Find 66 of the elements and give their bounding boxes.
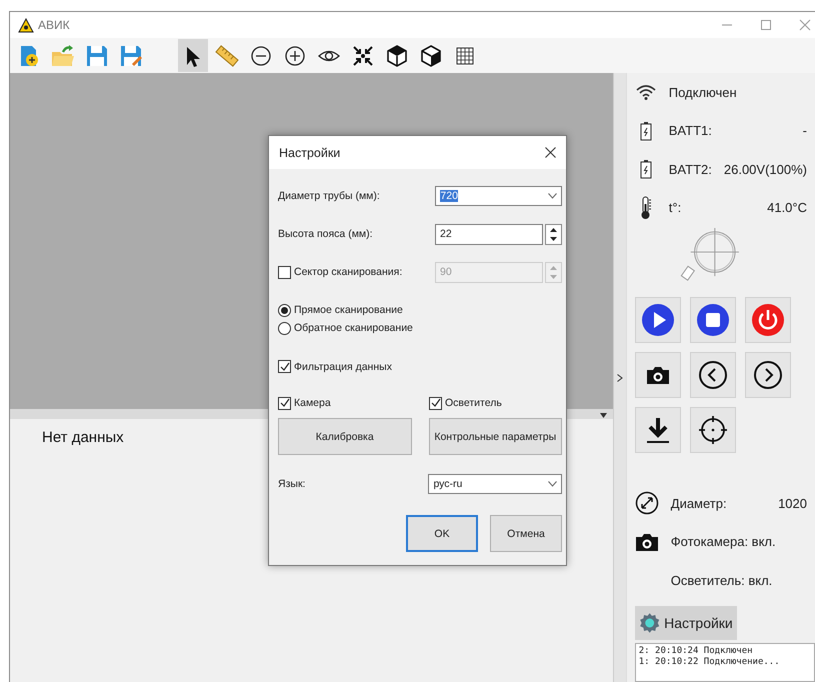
diameter-icon <box>634 491 659 516</box>
log-entry: 2: 20:10:24 Подключен <box>638 646 754 657</box>
checkbox-label: Осветитель <box>445 397 502 409</box>
gear-icon <box>638 610 660 635</box>
warning-logo-icon <box>18 18 34 32</box>
battery-label: BATT2: <box>668 162 712 177</box>
target-button[interactable] <box>690 407 736 454</box>
settings-button[interactable]: Настройки <box>634 606 737 640</box>
camera-icon <box>634 532 659 552</box>
download-icon <box>644 416 671 444</box>
calibration-button[interactable]: Калибровка <box>278 418 412 455</box>
wifi-icon <box>636 84 656 100</box>
ok-button[interactable]: OK <box>406 515 478 552</box>
checkbox-label: Камера <box>294 397 331 409</box>
next-button[interactable] <box>744 352 791 398</box>
expand-chevron-icon[interactable] <box>617 374 624 382</box>
checkbox-label: Сектор сканирования: <box>294 266 402 278</box>
radio-label: Обратное сканирование <box>294 322 413 334</box>
thermometer-icon <box>640 196 652 220</box>
checkbox[interactable] <box>429 396 442 410</box>
field-label: Язык: <box>278 478 306 490</box>
height-input[interactable]: 22 <box>435 224 543 244</box>
checkbox-label: Фильтрация данных <box>294 360 392 372</box>
connection-status: Подключен <box>668 84 737 100</box>
battery-icon <box>640 120 652 141</box>
battery-label: BATT1: <box>668 123 712 138</box>
dialog-title: Настройки <box>279 146 340 160</box>
previous-button[interactable] <box>690 352 736 398</box>
diameter-value: 1020 <box>778 496 808 511</box>
language-combobox[interactable]: рус-ru <box>428 474 562 494</box>
diameter-label: Диаметр: <box>670 496 727 511</box>
camera-status: Фотокамера: вкл. <box>670 534 776 550</box>
pointer-icon[interactable] <box>178 39 208 72</box>
control-parameters-button[interactable]: Контрольные параметры <box>428 418 562 455</box>
play-button[interactable] <box>634 297 681 344</box>
battery-icon <box>640 159 652 180</box>
temperature-label: t°: <box>668 200 682 216</box>
checkbox[interactable] <box>278 360 291 373</box>
camera-icon <box>646 365 670 386</box>
maximize-icon[interactable] <box>760 19 772 31</box>
temperature-value: 41.0°C <box>767 200 808 216</box>
power-button[interactable] <box>744 297 791 344</box>
cancel-button[interactable]: Отмена <box>490 515 562 552</box>
download-button[interactable] <box>634 407 681 454</box>
radio-label: Прямое сканирование <box>294 304 403 316</box>
camera-button[interactable] <box>634 352 681 398</box>
field-label: Диаметр трубы (мм): <box>278 190 381 202</box>
battery-value: - <box>802 123 808 138</box>
no-data-text: Нет данных <box>42 429 124 446</box>
battery-value: 26.00V(100%) <box>724 162 808 177</box>
chevron-right-circle-icon <box>752 360 783 390</box>
diameter-combobox[interactable]: 720 <box>435 186 562 206</box>
caret-icon <box>548 193 557 199</box>
crosshair-icon <box>698 415 728 446</box>
radio-button[interactable] <box>278 322 291 334</box>
light-status: Осветитель: вкл. <box>670 572 772 588</box>
checkbox[interactable] <box>278 396 291 410</box>
stop-button[interactable] <box>690 297 736 344</box>
close-icon[interactable] <box>545 147 556 158</box>
spinner-arrows-icon[interactable] <box>545 224 562 244</box>
caret-icon <box>548 481 557 487</box>
radio-button[interactable] <box>278 304 291 316</box>
chevron-left-circle-icon <box>698 360 728 390</box>
field-label: Высота пояса (мм): <box>278 228 374 240</box>
window-title: АВИК <box>38 18 70 32</box>
log-entry: 1: 20:10:22 Подключение... <box>638 657 781 668</box>
